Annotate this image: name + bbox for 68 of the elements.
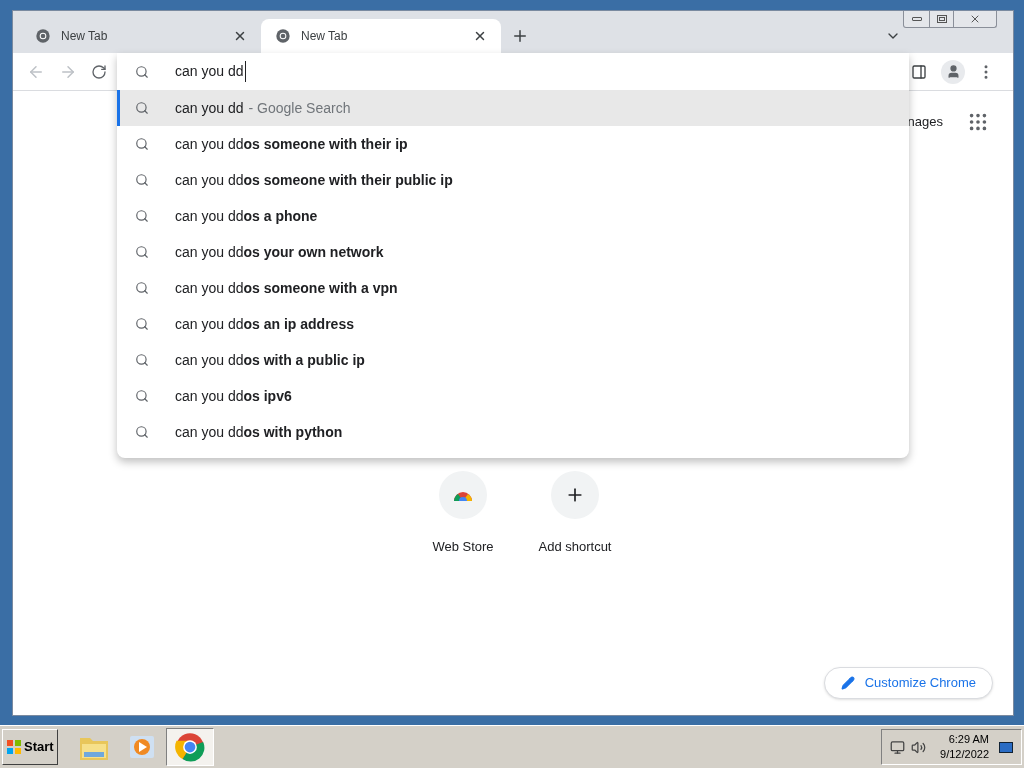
apps-grid-icon[interactable] <box>967 111 989 133</box>
suggestion-item[interactable]: can you ddos your own network <box>117 234 909 270</box>
address-field[interactable]: can you dd <box>117 53 909 90</box>
search-icon <box>135 425 149 439</box>
clock-time: 6:29 AM <box>948 732 989 747</box>
shortcut-tile[interactable]: Web Store <box>417 471 509 557</box>
suggestion-item[interactable]: can you ddos someone with their ip <box>117 126 909 162</box>
tab-title: New Tab <box>61 28 109 45</box>
network-icon[interactable] <box>890 739 906 755</box>
windows-logo-icon <box>6 739 22 755</box>
start-button[interactable]: Start <box>2 729 58 765</box>
search-icon <box>135 101 149 115</box>
suggestion-item[interactable]: can you ddos someone with a vpn <box>117 270 909 306</box>
media-player-icon <box>127 733 156 761</box>
close-icon[interactable] <box>969 13 981 25</box>
shortcut-label: Web Store <box>432 538 494 556</box>
search-icon <box>135 389 149 403</box>
taskbar-app[interactable] <box>165 728 214 766</box>
person-icon <box>945 64 961 79</box>
search-icon <box>135 209 149 223</box>
suggestion-item[interactable]: can you ddos an ip address <box>117 306 909 342</box>
reload-icon[interactable] <box>91 63 107 80</box>
suggestion-text: can you dd <box>175 98 244 118</box>
profile-avatar[interactable] <box>941 59 965 84</box>
search-icon <box>135 281 149 295</box>
shortcut-label: Add shortcut <box>538 538 612 556</box>
clock-date: 9/12/2022 <box>940 747 989 762</box>
suggestion-text: can you ddos someone with their ip <box>175 134 408 154</box>
suggestion-text: can you ddos someone with a vpn <box>175 278 398 298</box>
suggestion-text: can you ddos with python <box>175 422 343 442</box>
suggestion-text: can you ddos a phone <box>175 206 318 226</box>
side-panel-icon[interactable] <box>911 63 927 80</box>
suggestion-item[interactable]: can you ddos someone with their public ip <box>117 162 909 198</box>
close-icon[interactable] <box>473 29 487 43</box>
tab-title: New Tab <box>301 28 349 45</box>
search-icon <box>135 245 149 259</box>
close-icon[interactable] <box>233 29 247 43</box>
suggestion-item[interactable]: can you ddos a phone <box>117 198 909 234</box>
chrome-icon <box>275 28 291 44</box>
customize-chrome-button[interactable]: Customize Chrome <box>823 667 993 699</box>
suggestion-item[interactable]: can you ddos with a public ip <box>117 342 909 378</box>
suggestion-source: - Google Search <box>248 98 351 118</box>
address-text: can you dd <box>175 61 246 82</box>
chrome-icon <box>35 28 51 44</box>
suggestion-text: can you ddos an ip address <box>175 314 354 334</box>
search-icon <box>135 317 149 331</box>
minimize-icon[interactable] <box>911 17 922 21</box>
pencil-icon <box>840 676 855 690</box>
search-icon <box>135 64 149 79</box>
browser-tab[interactable]: New Tab <box>21 19 261 53</box>
new-tab-icon[interactable] <box>511 27 529 45</box>
suggestion-item[interactable]: can you dd - Google Search <box>117 90 909 126</box>
search-icon <box>135 353 149 367</box>
browser-tab[interactable]: New Tab <box>261 19 501 53</box>
suggestion-text: can you ddos your own network <box>175 242 384 262</box>
chrome-icon <box>174 732 205 762</box>
suggestion-item[interactable]: can you ddos with python <box>117 414 909 450</box>
volume-icon[interactable] <box>911 739 927 755</box>
search-icon <box>135 137 149 151</box>
shortcut-tile[interactable]: Add shortcut <box>529 471 621 557</box>
show-desktop-icon[interactable] <box>999 741 1013 753</box>
suggestion-text: can you ddos someone with their public ip <box>175 170 453 190</box>
suggestion-item[interactable]: can you ddos ipv6 <box>117 378 909 414</box>
suggestion-text: can you ddos with a public ip <box>175 350 365 370</box>
web-store-icon <box>453 489 473 501</box>
search-icon <box>135 173 149 187</box>
suggestion-text: can you ddos ipv6 <box>175 386 292 406</box>
maximize-icon[interactable] <box>936 15 947 23</box>
